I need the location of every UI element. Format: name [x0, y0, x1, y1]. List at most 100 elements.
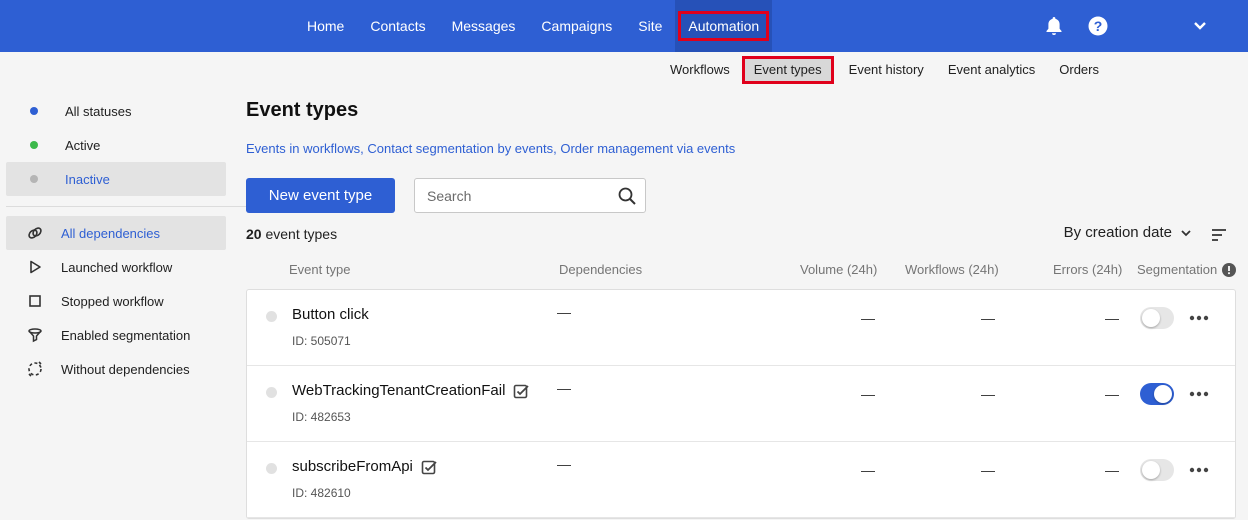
event-id: ID: 482610	[292, 486, 351, 500]
link-order-management[interactable]: Order management via events	[560, 141, 735, 156]
event-dependencies: —	[557, 380, 571, 396]
nav-campaigns[interactable]: Campaigns	[528, 0, 625, 52]
link-contact-segmentation[interactable]: Contact segmentation by events	[367, 141, 553, 156]
status-dot	[266, 387, 277, 398]
filter-label: Without dependencies	[61, 361, 190, 377]
tab-workflows[interactable]: Workflows	[658, 56, 742, 84]
nav-messages[interactable]: Messages	[439, 0, 529, 52]
sort-order-icon[interactable]	[1210, 226, 1228, 244]
status-dot-gray	[30, 175, 38, 183]
tab-event-analytics[interactable]: Event analytics	[936, 56, 1047, 84]
filter-icon	[26, 326, 44, 344]
event-name[interactable]: Button click	[292, 306, 369, 323]
help-icon[interactable]: ?	[1086, 14, 1110, 38]
filter-enabled-segmentation[interactable]: Enabled segmentation	[6, 318, 226, 352]
table-row[interactable]: Button click ID: 505071 — — — —	[247, 290, 1235, 366]
segmentation-toggle[interactable]	[1140, 459, 1174, 481]
link-events-in-workflows[interactable]: Events in workflows	[246, 141, 360, 156]
search-icon[interactable]	[617, 186, 637, 206]
table-row[interactable]: WebTrackingTenantCreationFail ID: 482653…	[247, 366, 1235, 442]
top-navigation-bar: Home Contacts Messages Campaigns Site Au…	[0, 0, 1248, 52]
segmentation-toggle[interactable]	[1140, 307, 1174, 329]
sidebar: All statuses Active Inactive All depende…	[6, 94, 264, 386]
info-icon[interactable]	[1222, 262, 1237, 277]
event-volume: —	[861, 386, 875, 402]
event-name[interactable]: subscribeFromApi	[292, 458, 437, 475]
filter-launched-workflow[interactable]: Launched workflow	[6, 250, 226, 284]
col-dependencies: Dependencies	[559, 262, 643, 277]
table-row[interactable]: subscribeFromApi ID: 482610 — — — —	[247, 442, 1235, 518]
tab-event-types[interactable]: Event types	[741, 56, 834, 84]
filter-label: All statuses	[65, 103, 132, 119]
toolbar: New event type	[246, 178, 1236, 214]
col-segmentation-label: Segmentation	[1137, 262, 1218, 277]
filter-label: Inactive	[65, 171, 110, 187]
filter-label: All dependencies	[61, 225, 161, 241]
bell-icon[interactable]	[1042, 14, 1066, 38]
new-event-type-button[interactable]: New event type	[246, 178, 395, 213]
event-volume: —	[861, 310, 875, 326]
sort-label: By creation date	[1063, 224, 1172, 241]
tab-orders[interactable]: Orders	[1047, 56, 1111, 84]
checkbox-checked-icon	[513, 383, 530, 399]
table-header: Event type Dependencies Volume (24h) Wor…	[246, 262, 1237, 280]
filter-stopped-workflow[interactable]: Stopped workflow	[6, 284, 226, 318]
status-dot-blue	[30, 107, 38, 115]
col-workflows[interactable]: Workflows (24h)	[905, 262, 999, 277]
nav-contacts[interactable]: Contacts	[357, 0, 438, 52]
chevron-down-icon	[1180, 224, 1192, 241]
toggle-knob	[1142, 461, 1160, 479]
event-errors: —	[1105, 310, 1119, 326]
event-workflows: —	[981, 386, 995, 402]
status-dot-green	[30, 141, 38, 149]
toggle-knob	[1142, 309, 1160, 327]
event-volume: —	[861, 462, 875, 478]
event-types-table: Button click ID: 505071 — — — — WebTrack…	[246, 289, 1236, 519]
help-links: Events in workflows, Contact segmentatio…	[246, 141, 736, 156]
more-icon[interactable]	[1187, 460, 1211, 480]
event-workflows: —	[981, 462, 995, 478]
col-segmentation: Segmentation	[1137, 262, 1237, 277]
event-errors: —	[1105, 386, 1119, 402]
filter-active[interactable]: Active	[6, 128, 226, 162]
filter-label: Launched workflow	[61, 259, 173, 275]
more-icon[interactable]	[1187, 308, 1211, 328]
event-errors: —	[1105, 462, 1119, 478]
event-name[interactable]: WebTrackingTenantCreationFail	[292, 382, 530, 399]
more-icon[interactable]	[1187, 384, 1211, 404]
nav-site[interactable]: Site	[625, 0, 675, 52]
col-errors[interactable]: Errors (24h)	[1053, 262, 1122, 277]
count-label: event types	[265, 226, 338, 242]
filter-all-dependencies[interactable]: All dependencies	[6, 216, 226, 250]
toggle-knob	[1154, 385, 1172, 403]
play-icon	[26, 258, 44, 276]
link-icon	[26, 224, 44, 242]
segmentation-toggle[interactable]	[1140, 383, 1174, 405]
unlink-icon	[26, 360, 44, 378]
filter-inactive[interactable]: Inactive	[6, 162, 226, 196]
filter-all-statuses[interactable]: All statuses	[6, 94, 226, 128]
event-id: ID: 505071	[292, 334, 351, 348]
filter-without-dependencies[interactable]: Without dependencies	[6, 352, 226, 386]
status-dot	[266, 463, 277, 474]
stop-icon	[26, 292, 44, 310]
chevron-down-icon[interactable]	[1188, 14, 1212, 38]
filter-label: Active	[65, 137, 101, 153]
nav-automation[interactable]: Automation	[675, 0, 773, 52]
event-name-text: subscribeFromApi	[292, 458, 413, 475]
col-event-type[interactable]: Event type	[289, 262, 350, 277]
tab-event-history[interactable]: Event history	[837, 56, 936, 84]
event-name-text: Button click	[292, 306, 369, 323]
event-workflows: —	[981, 310, 995, 326]
sort-dropdown[interactable]: By creation date	[1064, 224, 1192, 241]
search-input[interactable]	[415, 179, 605, 212]
search-box	[414, 178, 646, 213]
nav-automation-label: Automation	[678, 11, 770, 41]
nav-home[interactable]: Home	[294, 0, 357, 52]
event-name-text: WebTrackingTenantCreationFail	[292, 382, 506, 399]
event-id: ID: 482653	[292, 410, 351, 424]
page-title: Event types	[246, 99, 359, 121]
col-volume[interactable]: Volume (24h)	[800, 262, 877, 277]
checkbox-checked-icon	[421, 459, 437, 475]
filter-label: Enabled segmentation	[61, 327, 191, 343]
